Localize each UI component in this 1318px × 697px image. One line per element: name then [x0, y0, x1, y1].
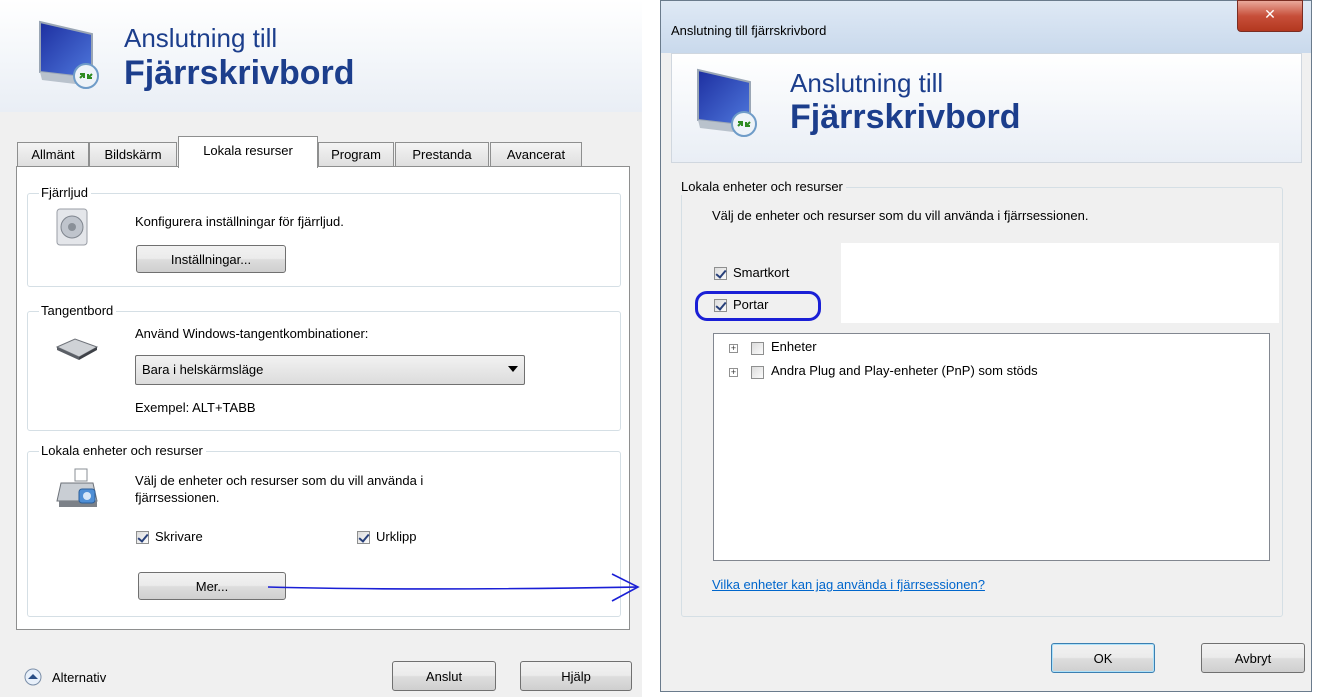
left-banner: Anslutning till Fjärrskrivbord: [0, 0, 642, 112]
tree-expander-enheter[interactable]: +: [729, 344, 738, 353]
tree-item-pnp[interactable]: Andra Plug and Play-enheter (PnP) som st…: [771, 363, 1038, 379]
connect-button[interactable]: Anslut: [392, 661, 496, 691]
group-description: Välj de enheter och resurser som du vill…: [712, 208, 1089, 223]
window-title: Anslutning till fjärrskrivbord: [671, 23, 827, 38]
printers-checkbox[interactable]: [136, 531, 149, 544]
annotation-arrow: [267, 573, 640, 602]
tree-checkbox-pnp[interactable]: [751, 366, 764, 379]
local-devices-description-line2: fjärrsessionen.: [135, 490, 220, 505]
printers-label: Skrivare: [155, 529, 203, 544]
local-devices-description-line1: Välj de enheter och resurser som du vill…: [135, 473, 424, 488]
right-dialog: Anslutning till fjärrskrivbord ✕ Anslutn…: [660, 0, 1312, 692]
speaker-icon: [56, 208, 88, 246]
white-area: [841, 243, 1279, 323]
banner-title-line2: Fjärrskrivbord: [790, 98, 1021, 136]
remote-desktop-logo-icon: [39, 20, 99, 89]
help-button[interactable]: Hjälp: [520, 661, 632, 691]
ports-label: Portar: [733, 297, 769, 312]
keyboard-combo-select[interactable]: Bara i helskärmsläge: [135, 355, 525, 385]
tab-bildskarm[interactable]: Bildskärm: [89, 142, 177, 167]
device-tree[interactable]: + Enheter + Andra Plug and Play-enheter …: [713, 333, 1270, 561]
audio-settings-button[interactable]: Inställningar...: [136, 245, 286, 273]
tab-program[interactable]: Program: [318, 142, 394, 167]
group-remote-audio: [27, 193, 621, 287]
clipboard-checkbox[interactable]: [357, 531, 370, 544]
right-banner: Anslutning till Fjärrskrivbord: [671, 53, 1302, 163]
group-legend: Lokala enheter och resurser: [679, 179, 846, 195]
banner-title-line1: Anslutning till: [124, 23, 278, 53]
tab-prestanda[interactable]: Prestanda: [395, 142, 489, 167]
group-local-devices-legend: Lokala enheter och resurser: [39, 443, 206, 459]
expand-options-icon[interactable]: [23, 667, 43, 687]
banner-title-line2: Fjärrskrivbord: [124, 54, 355, 92]
ok-button[interactable]: OK: [1051, 643, 1155, 673]
tree-item-enheter[interactable]: Enheter: [771, 339, 817, 355]
smartcards-label: Smartkort: [733, 265, 790, 280]
clipboard-label: Urklipp: [376, 529, 417, 544]
remote-desktop-logo-icon: [697, 68, 757, 137]
keyboard-combo-value: Bara i helskärmsläge: [142, 362, 264, 377]
chevron-down-icon: [508, 366, 518, 372]
close-button[interactable]: ✕: [1237, 0, 1303, 32]
ports-checkbox[interactable]: [714, 299, 727, 312]
keyboard-icon: [55, 338, 99, 360]
tree-expander-pnp[interactable]: +: [729, 368, 738, 377]
banner-title-line1: Anslutning till: [790, 68, 944, 98]
keyboard-example: Exempel: ALT+TABB: [135, 400, 256, 415]
window-caption: Anslutning till fjärrskrivbord ✕: [661, 0, 1311, 53]
options-label[interactable]: Alternativ: [52, 670, 106, 686]
keyboard-description: Använd Windows-tangentkombinationer:: [135, 326, 369, 341]
tab-allmant[interactable]: Allmänt: [17, 142, 89, 167]
tab-lokala-resurser[interactable]: Lokala resurser: [178, 136, 318, 168]
tab-panel: Fjärrljud Konfigurera inställningar för …: [16, 166, 630, 630]
tree-checkbox-enheter[interactable]: [751, 342, 764, 355]
help-link[interactable]: Vilka enheter kan jag använda i fjärrses…: [712, 577, 985, 592]
devices-icon: [56, 468, 98, 507]
group-keyboard-legend: Tangentbord: [39, 303, 117, 319]
group-remote-audio-legend: Fjärrljud: [39, 185, 91, 201]
smartcards-checkbox[interactable]: [714, 267, 727, 280]
remote-audio-description: Konfigurera inställningar för fjärrljud.: [135, 214, 344, 229]
cancel-button[interactable]: Avbryt: [1201, 643, 1305, 673]
tab-avancerat[interactable]: Avancerat: [490, 142, 582, 167]
